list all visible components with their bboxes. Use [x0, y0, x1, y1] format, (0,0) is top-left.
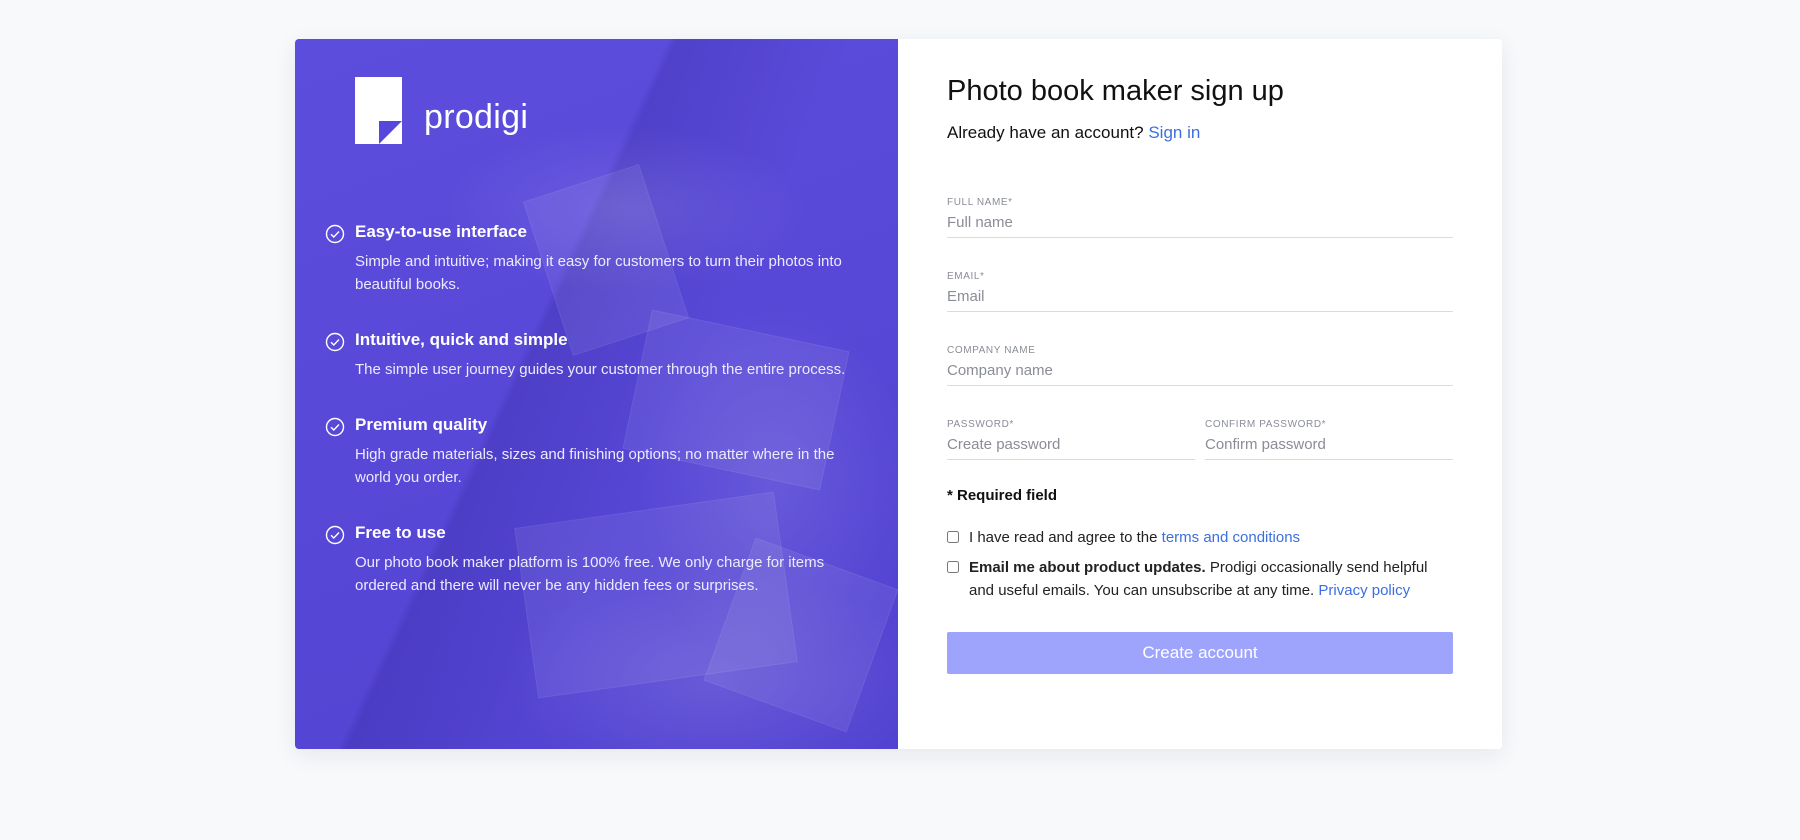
full-name-field: FULL NAME* — [947, 197, 1453, 238]
required-note: * Required field — [947, 487, 1058, 504]
email-input[interactable] — [947, 288, 1453, 311]
full-name-input[interactable] — [947, 214, 1453, 237]
confirm-password-input[interactable] — [1205, 436, 1453, 459]
feature-panel: prodigi Easy-to-use interface Simple and… — [295, 39, 898, 749]
password-input[interactable] — [947, 436, 1195, 459]
password-field: PASSWORD* — [947, 419, 1195, 460]
email-label: EMAIL* — [947, 271, 985, 282]
check-circle-icon — [325, 525, 345, 545]
feature-item: Free to use Our photo book maker platfor… — [325, 523, 865, 597]
signup-form: Photo book maker sign up Already have an… — [898, 39, 1502, 749]
confirm-password-label: CONFIRM PASSWORD* — [1205, 419, 1327, 430]
terms-link[interactable]: terms and conditions — [1162, 529, 1300, 546]
brand-name: prodigi — [424, 98, 529, 136]
feature-text: Our photo book maker platform is 100% fr… — [355, 554, 825, 594]
terms-text: I have read and agree to the terms and c… — [969, 526, 1300, 549]
terms-prefix: I have read and agree to the — [969, 529, 1158, 546]
updates-text: Email me about product updates. Prodigi … — [969, 556, 1453, 602]
signup-card: prodigi Easy-to-use interface Simple and… — [295, 39, 1502, 749]
company-field: COMPANY NAME — [947, 345, 1453, 386]
feature-title: Free to use — [355, 523, 446, 542]
updates-row: Email me about product updates. Prodigi … — [947, 556, 1453, 602]
updates-bold: Email me about product updates. — [969, 559, 1206, 576]
confirm-password-field: CONFIRM PASSWORD* — [1205, 419, 1453, 460]
full-name-label: FULL NAME* — [947, 197, 1013, 208]
check-circle-icon — [325, 417, 345, 437]
feature-list: Easy-to-use interface Simple and intuiti… — [325, 222, 865, 631]
feature-title: Easy-to-use interface — [355, 222, 527, 241]
feature-item: Premium quality High grade materials, si… — [325, 415, 865, 489]
feature-title: Premium quality — [355, 415, 488, 434]
signin-link[interactable]: Sign in — [1148, 123, 1200, 142]
privacy-policy-link[interactable]: Privacy policy — [1318, 582, 1410, 599]
feature-item: Intuitive, quick and simple The simple u… — [325, 330, 865, 381]
updates-checkbox[interactable] — [947, 561, 959, 573]
feature-text: High grade materials, sizes and finishin… — [355, 446, 835, 486]
create-account-button[interactable]: Create account — [947, 632, 1453, 674]
brand-logo: prodigi — [355, 77, 528, 144]
prodigi-logo-icon — [355, 77, 402, 144]
form-title: Photo book maker sign up — [947, 75, 1284, 107]
password-label: PASSWORD* — [947, 419, 1014, 430]
signin-prompt: Already have an account? — [947, 123, 1144, 142]
terms-checkbox[interactable] — [947, 531, 959, 543]
company-input[interactable] — [947, 362, 1453, 385]
check-circle-icon — [325, 224, 345, 244]
email-field: EMAIL* — [947, 271, 1453, 312]
feature-text: The simple user journey guides your cust… — [355, 361, 846, 378]
feature-item: Easy-to-use interface Simple and intuiti… — [325, 222, 865, 296]
signin-prompt-line: Already have an account? Sign in — [947, 123, 1200, 143]
terms-row: I have read and agree to the terms and c… — [947, 526, 1300, 549]
feature-title: Intuitive, quick and simple — [355, 330, 568, 349]
check-circle-icon — [325, 332, 345, 352]
company-label: COMPANY NAME — [947, 345, 1036, 356]
feature-text: Simple and intuitive; making it easy for… — [355, 253, 842, 293]
